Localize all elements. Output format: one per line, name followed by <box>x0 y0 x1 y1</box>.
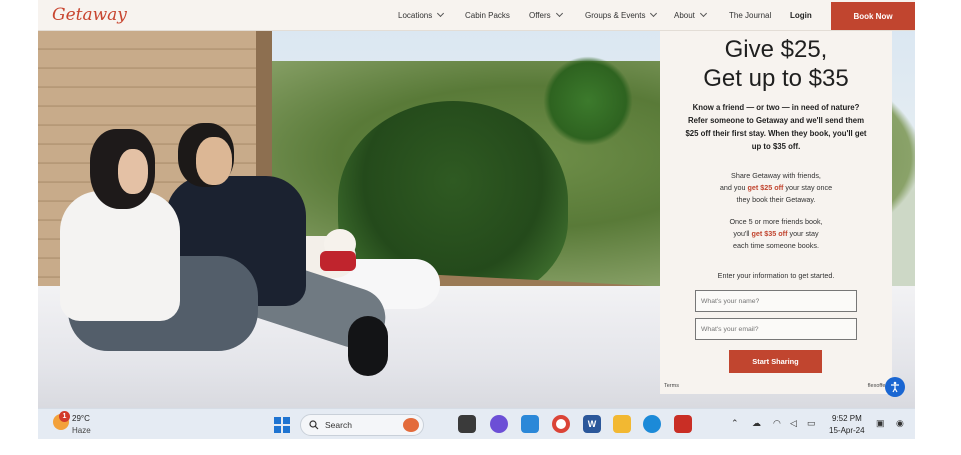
site-header: Getaway Locations Cabin Packs Offers Gro… <box>38 0 915 31</box>
nav-groups-events[interactable]: Groups & Events <box>585 9 658 20</box>
terms-link[interactable]: Terms <box>664 383 679 389</box>
weather-condition[interactable]: Haze <box>72 426 91 435</box>
person-left-face <box>118 149 148 194</box>
file-explorer-icon[interactable] <box>613 415 631 433</box>
search-highlight-icon <box>403 418 419 432</box>
task-view-icon[interactable] <box>458 415 476 433</box>
start-sharing-button[interactable]: Start Sharing <box>729 350 822 373</box>
referral-panel: Give $25, Get up to $35 Know a friend — … <box>660 31 892 394</box>
chevron-down-icon <box>437 9 445 18</box>
chevron-up-icon[interactable]: ⌃ <box>731 418 739 429</box>
edge-icon[interactable] <box>643 415 661 433</box>
book-now-button[interactable]: Book Now <box>831 2 915 30</box>
person-right-face <box>196 137 232 185</box>
nav-cabin-packs[interactable]: Cabin Packs <box>465 11 510 20</box>
nav-locations[interactable]: Locations <box>398 9 445 20</box>
clock-time[interactable]: 9:52 PM <box>832 414 862 423</box>
notification-icon[interactable]: ▣ <box>876 418 885 429</box>
windows-taskbar: 1 29°C Haze Search W ⌃ ☁ ◠ ◁ ▭ 9:52 PM 1… <box>38 408 915 439</box>
notification-badge: 1 <box>59 411 70 422</box>
nav-about[interactable]: About <box>674 9 707 20</box>
browser-viewport: Getaway Locations Cabin Packs Offers Gro… <box>38 0 915 439</box>
pine-tree <box>543 56 633 146</box>
search-icon <box>309 420 319 430</box>
chevron-down-icon <box>555 9 563 18</box>
panel-intro: Know a friend — or two — in need of natu… <box>685 103 867 151</box>
getaway-logo[interactable]: Getaway <box>52 5 127 25</box>
volume-icon[interactable]: ◁ <box>790 418 797 429</box>
referral-terms-1: Share Getaway with friends, and you get … <box>719 171 833 204</box>
person-left-shirt <box>60 191 180 321</box>
name-input[interactable] <box>695 290 857 312</box>
chrome-icon[interactable] <box>552 415 570 433</box>
accessibility-figure-icon <box>891 381 899 393</box>
acrobat-icon[interactable] <box>674 415 692 433</box>
wifi-icon[interactable]: ◠ <box>773 418 781 429</box>
cloud-icon[interactable]: ☁ <box>752 418 761 429</box>
accessibility-icon[interactable] <box>885 377 905 397</box>
notepad-icon[interactable] <box>521 415 539 433</box>
sock <box>348 316 388 376</box>
windows-start-icon[interactable] <box>274 417 290 433</box>
chevron-down-icon <box>699 9 707 18</box>
referral-terms-2: Once 5 or more friends book, you'll get … <box>729 217 823 250</box>
nav-offers[interactable]: Offers <box>529 9 563 20</box>
copilot-tray-icon[interactable]: ◉ <box>896 418 904 429</box>
clock-date[interactable]: 15-Apr-24 <box>829 426 865 435</box>
nav-the-journal[interactable]: The Journal <box>729 11 771 20</box>
taskbar-search[interactable]: Search <box>300 414 424 436</box>
word-icon[interactable]: W <box>583 415 601 433</box>
dog-bandana <box>320 251 356 271</box>
login-link[interactable]: Login <box>790 11 812 20</box>
battery-icon[interactable]: ▭ <box>807 418 816 429</box>
email-input[interactable] <box>695 318 857 340</box>
copilot-icon[interactable] <box>490 415 508 433</box>
chevron-down-icon <box>650 9 658 18</box>
temperature[interactable]: 29°C <box>72 414 90 423</box>
panel-headline: Give $25, Get up to $35 <box>703 36 849 92</box>
enter-info-label: Enter your information to get started. <box>717 271 835 280</box>
